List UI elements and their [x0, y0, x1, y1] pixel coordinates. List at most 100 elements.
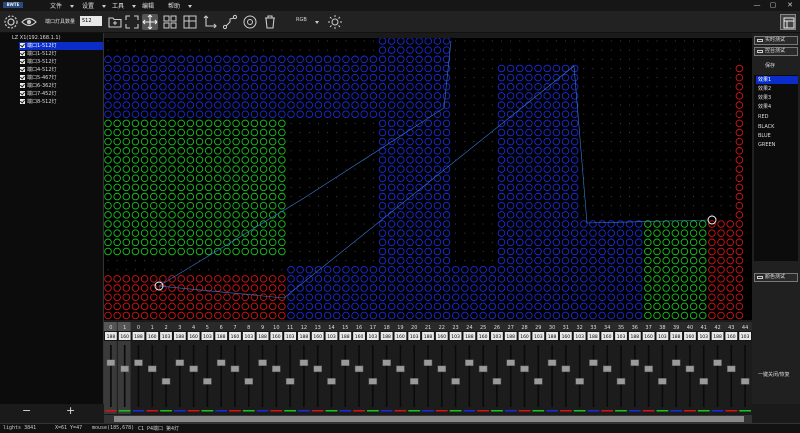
checkbox[interactable]	[20, 91, 25, 96]
led-pixel	[369, 284, 378, 292]
led-pixel	[360, 110, 368, 118]
port-item[interactable]: 端口1-512灯	[19, 50, 103, 58]
settings-gear-button[interactable]	[3, 14, 19, 30]
port-count-input[interactable]	[80, 16, 102, 26]
effect-item[interactable]: 效果3	[756, 94, 798, 102]
led-pixel	[433, 92, 442, 100]
port-item[interactable]: 端口8-512灯	[19, 98, 103, 106]
grid-dot	[665, 168, 667, 170]
led-pixel	[561, 174, 570, 182]
color-test-button[interactable]: 颜色测试	[754, 273, 798, 282]
led-pixel	[497, 201, 506, 210]
delete-button[interactable]	[262, 14, 278, 30]
port-item[interactable]: 端口6-362灯	[19, 82, 103, 90]
grid-dot	[720, 58, 722, 60]
port-item[interactable]: 端口1-512灯	[19, 42, 103, 50]
led-pixel	[735, 238, 744, 247]
led-grid-canvas[interactable]	[104, 38, 752, 320]
channel-color-bar	[573, 410, 586, 412]
led-pixel	[168, 201, 176, 210]
led-pixel	[214, 201, 222, 210]
maximize-button[interactable]: ▢	[768, 1, 778, 9]
close-button[interactable]: ✕	[785, 1, 795, 9]
checkbox[interactable]	[20, 51, 25, 56]
checkbox[interactable]	[20, 67, 25, 72]
save-button[interactable]: 保存	[765, 62, 775, 69]
view-toggle-button[interactable]	[21, 14, 37, 30]
led-grid-svg[interactable]	[104, 38, 752, 320]
led-pixel	[680, 256, 689, 265]
effect-item[interactable]: BLACK	[756, 123, 798, 131]
led-pixel	[570, 284, 579, 292]
effect-item[interactable]: 效果2	[756, 85, 798, 93]
grid-dot	[327, 250, 329, 252]
remove-button[interactable]: −	[22, 404, 31, 417]
console-test-button[interactable]: 控台测试	[754, 47, 798, 56]
led-pixel	[140, 275, 149, 283]
led-pixel	[397, 64, 405, 73]
minimize-button[interactable]: —	[752, 1, 762, 9]
port-item[interactable]: 端口3-512灯	[19, 58, 103, 66]
rotate-tool-button[interactable]	[202, 14, 218, 30]
led-pixel	[644, 284, 652, 292]
led-pixel	[150, 83, 158, 91]
led-pixel	[387, 220, 396, 228]
effect-item[interactable]: 效果4	[756, 103, 798, 111]
checkbox[interactable]	[20, 43, 25, 48]
realtime-test-button[interactable]: 实时测试	[754, 36, 798, 45]
led-pixel	[406, 147, 414, 155]
layout-tool-button[interactable]	[182, 14, 198, 30]
led-pixel	[616, 293, 625, 301]
fader-svg[interactable]	[104, 341, 752, 414]
port-item[interactable]: 端口5-467灯	[19, 74, 103, 82]
panel-toggle-button[interactable]	[780, 14, 796, 30]
grid-dot	[253, 260, 255, 262]
led-pixel	[406, 311, 414, 320]
effect-item[interactable]: RED	[756, 113, 798, 121]
color-order-select[interactable]: RGB	[296, 17, 307, 23]
port-item[interactable]: 端口4-512灯	[19, 66, 103, 74]
add-button[interactable]: +	[66, 404, 75, 417]
checkbox[interactable]	[20, 83, 25, 88]
effect-item[interactable]: BLUE	[756, 132, 798, 140]
checkbox[interactable]	[20, 99, 25, 104]
fader-track	[716, 345, 719, 407]
effect-item[interactable]: 效果1	[756, 76, 798, 84]
channel-color-bar	[601, 410, 614, 412]
move-tool-button[interactable]	[142, 14, 158, 30]
wiring-tool-button[interactable]	[222, 14, 238, 30]
led-pixel	[561, 147, 570, 155]
effect-item[interactable]: GREEN	[756, 141, 798, 149]
one-key-toggle-button[interactable]: 一键关闭/恢复	[758, 371, 790, 378]
fit-view-button[interactable]	[124, 14, 140, 30]
address-tool-button[interactable]	[242, 14, 258, 30]
grid-dot	[473, 141, 475, 143]
led-pixel	[735, 174, 744, 182]
grid-dot	[510, 40, 512, 42]
brightness-button[interactable]	[327, 14, 343, 30]
led-pixel	[415, 92, 423, 100]
fader-knob	[203, 378, 212, 385]
led-pixel	[268, 110, 277, 118]
menu-tools[interactable]: 工具	[112, 1, 137, 10]
grid-dot	[125, 260, 127, 262]
led-pixel	[378, 229, 387, 237]
grid-dot	[702, 77, 704, 79]
scrollbar-thumb[interactable]	[114, 416, 744, 422]
menu-edit[interactable]: 编辑	[142, 1, 154, 10]
checkbox[interactable]	[20, 59, 25, 64]
menu-settings[interactable]: 设置	[82, 1, 107, 10]
menu-file[interactable]: 文件	[50, 1, 75, 10]
grid-dot	[162, 40, 164, 42]
grid-tool-button[interactable]	[162, 14, 178, 30]
led-pixel	[708, 293, 716, 301]
led-pixel	[570, 275, 579, 283]
horizontal-scrollbar[interactable]	[104, 415, 752, 423]
controller-node[interactable]: LZ X1(192.168.1.1)	[12, 35, 61, 41]
open-folder-button[interactable]	[107, 14, 123, 30]
led-pixel	[223, 73, 231, 82]
port-item[interactable]: 端口7-452灯	[19, 90, 103, 98]
led-pixel	[323, 73, 332, 82]
checkbox[interactable]	[20, 75, 25, 80]
menu-help[interactable]: 帮助	[168, 1, 193, 10]
